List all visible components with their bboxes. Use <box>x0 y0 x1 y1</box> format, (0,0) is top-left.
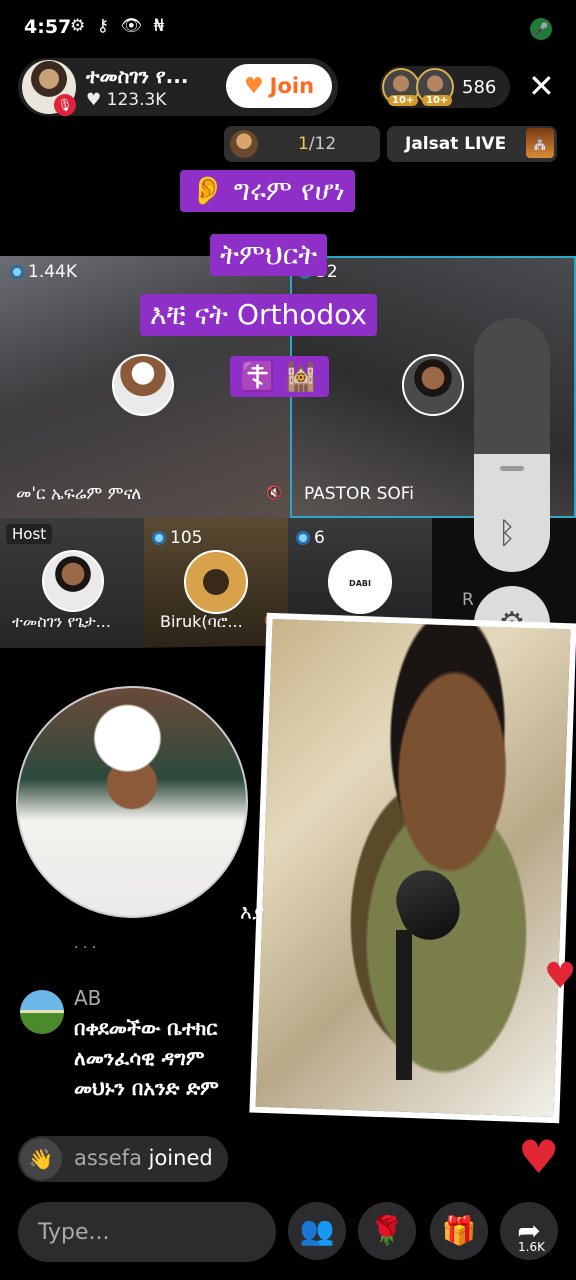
mic-active-icon: 🎤 <box>530 18 552 40</box>
overlay-photo <box>249 612 576 1124</box>
tile-viewer-count: 6 <box>296 528 325 548</box>
rank-total: /12 <box>308 134 337 154</box>
status-time: 4:57 <box>24 16 72 38</box>
status-icons: ⚙ ⚷ 👁 ₦ <box>70 16 168 36</box>
caption-line: እቺ ናት Orthodox <box>140 294 377 336</box>
host-name: ተመስገን የ... <box>86 64 189 88</box>
mic-stand-image <box>396 930 412 1080</box>
mic-muted-icon: 🎙 <box>54 94 76 116</box>
co-host-icon[interactable]: 👥 <box>288 1202 346 1260</box>
join-notice-text: assefa joined <box>74 1146 213 1170</box>
guest-name: PASTOR SOFi <box>304 484 415 504</box>
guest-avatar <box>184 550 248 614</box>
viewers-icon <box>10 265 24 279</box>
chat-message-fragment: እያ <box>240 900 264 924</box>
gift-icon[interactable]: 🎁 <box>430 1202 488 1260</box>
host-likes: ♥ 123.3K <box>86 90 167 110</box>
joined-user: assefa <box>74 1146 142 1170</box>
guest-name: ተመስገን የጌታ... <box>12 612 111 631</box>
host-tile-avatar <box>42 550 104 612</box>
share-count: 1.6K <box>518 1240 545 1254</box>
chat-avatar[interactable] <box>20 990 64 1034</box>
rank-avatar <box>230 130 258 158</box>
wave-hand-icon: 👋 <box>20 1138 62 1180</box>
comment-input[interactable] <box>18 1202 276 1262</box>
chat-message-line: መህኑን በአንድ ድም <box>74 1076 219 1100</box>
volume-handle[interactable] <box>500 466 524 471</box>
viewers-icon <box>296 531 310 545</box>
floating-heart-icon: ♥ <box>544 956 576 997</box>
viewer-count[interactable]: 586 <box>462 77 496 98</box>
volume-level <box>474 454 550 572</box>
viewers-icon <box>152 531 166 545</box>
join-button[interactable]: ♥ Join <box>226 64 332 108</box>
tile-viewer-count: 1.44K <box>10 262 77 282</box>
bluetooth-icon: ᛒ <box>498 516 516 551</box>
chat-message-fragment: · · · <box>74 940 97 956</box>
close-icon[interactable]: ✕ <box>528 70 555 102</box>
floating-heart-icon: ♥ <box>518 1130 560 1184</box>
rank-text: 1/12 <box>298 134 336 154</box>
guest-name: Biruk(ባሮ... <box>160 612 243 631</box>
chat-message-line: ለመንፈሳዊ ዳግም <box>74 1046 205 1070</box>
viewer-level-badge: 10+ <box>422 95 453 106</box>
heart-plus-icon: ♥ <box>243 73 264 99</box>
caption-line: ☦️ 🕍 <box>230 356 329 397</box>
guest-avatar <box>112 354 174 416</box>
guest-name: R <box>462 590 474 610</box>
caption-line: 👂 ግሩም የሆነ <box>180 170 355 212</box>
joined-suffix: joined <box>141 1146 213 1170</box>
guest-name: መ'ር ኤፍሬም ምናለ <box>16 484 142 504</box>
rank-current: 1 <box>298 134 309 154</box>
viewer-level-badge: 10+ <box>388 95 419 106</box>
mic-muted-icon: 🔇 <box>266 486 283 501</box>
join-label: Join <box>269 74 315 98</box>
rose-gift-icon[interactable]: 🌹 <box>358 1202 416 1260</box>
chat-message-line: በቀደመችው ቤተክር <box>74 1016 218 1040</box>
castle-icon: ⛪ <box>526 128 554 158</box>
host-tag: Host <box>6 524 53 544</box>
overlay-portrait <box>16 686 248 918</box>
caption-line: ትምህርት <box>210 234 328 276</box>
tile-viewer-count: 105 <box>152 528 202 548</box>
topic-label: Jalsat LIVE <box>405 134 507 154</box>
guest-avatar <box>402 354 464 416</box>
chat-username[interactable]: AB <box>74 986 101 1010</box>
guest-logo: DABI BALLAYA <box>328 550 392 652</box>
